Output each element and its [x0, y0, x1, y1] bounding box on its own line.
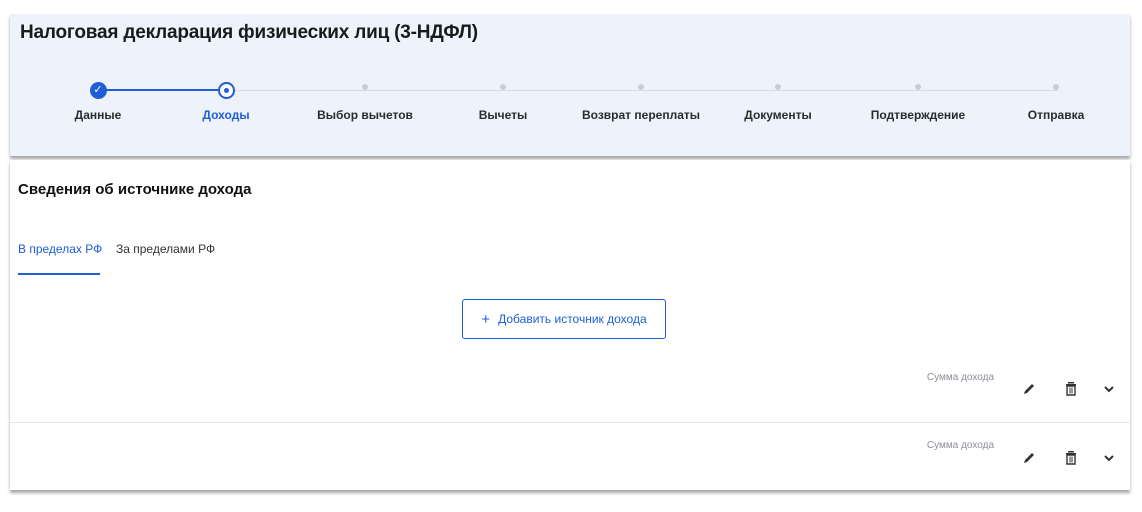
income-sum-label: Сумма дохода — [926, 372, 994, 383]
income-source-row: Сумма дохода — [10, 360, 1130, 420]
radio-dot-icon — [217, 82, 235, 99]
add-income-source-button[interactable]: + Добавить источник дохода — [462, 299, 666, 339]
step-dot — [775, 84, 781, 90]
add-income-source-label: Добавить источник дохода — [498, 312, 647, 326]
stepper-track-completed — [98, 89, 226, 91]
check-icon: ✓ — [89, 82, 107, 99]
pencil-icon[interactable] — [1020, 380, 1038, 398]
step-dot — [362, 84, 368, 90]
income-sum-label: Сумма дохода — [926, 440, 994, 451]
chevron-down-icon[interactable] — [1100, 380, 1118, 398]
trash-icon[interactable] — [1062, 380, 1080, 398]
step-dot — [500, 84, 506, 90]
plus-icon: + — [481, 310, 491, 328]
active-tab-underline — [18, 273, 100, 275]
tab-outside-russia[interactable]: За пределами РФ — [116, 242, 215, 256]
step-label: Документы — [744, 108, 812, 122]
step-dot — [915, 84, 921, 90]
step-dot — [638, 84, 644, 90]
income-source-card: Сведения об источнике дохода В пределах … — [10, 160, 1130, 490]
stepper-track — [98, 90, 1058, 91]
step-dot — [1053, 84, 1059, 90]
section-title: Сведения об источнике дохода — [18, 181, 252, 198]
declaration-header: Налоговая декларация физических лиц (3-Н… — [10, 14, 1130, 156]
income-source-row: Сумма дохода — [10, 422, 1130, 482]
progress-stepper: ✓ Данные Доходы Выбор вычетов Вычеты Воз… — [10, 82, 1130, 142]
step-label: Вычеты — [478, 108, 528, 122]
trash-icon[interactable] — [1062, 449, 1080, 467]
step-label: Подтверждение — [870, 108, 966, 122]
step-label: Выбор вычетов — [317, 108, 413, 122]
step-label: Возврат переплаты — [582, 108, 700, 122]
step-label: Данные — [74, 108, 122, 122]
pencil-icon[interactable] — [1020, 449, 1038, 467]
tab-within-russia[interactable]: В пределах РФ — [18, 242, 102, 256]
step-label: Доходы — [202, 108, 250, 122]
page-title: Налоговая декларация физических лиц (3-Н… — [20, 22, 478, 43]
chevron-down-icon[interactable] — [1100, 449, 1118, 467]
step-label: Отправка — [1027, 108, 1085, 122]
